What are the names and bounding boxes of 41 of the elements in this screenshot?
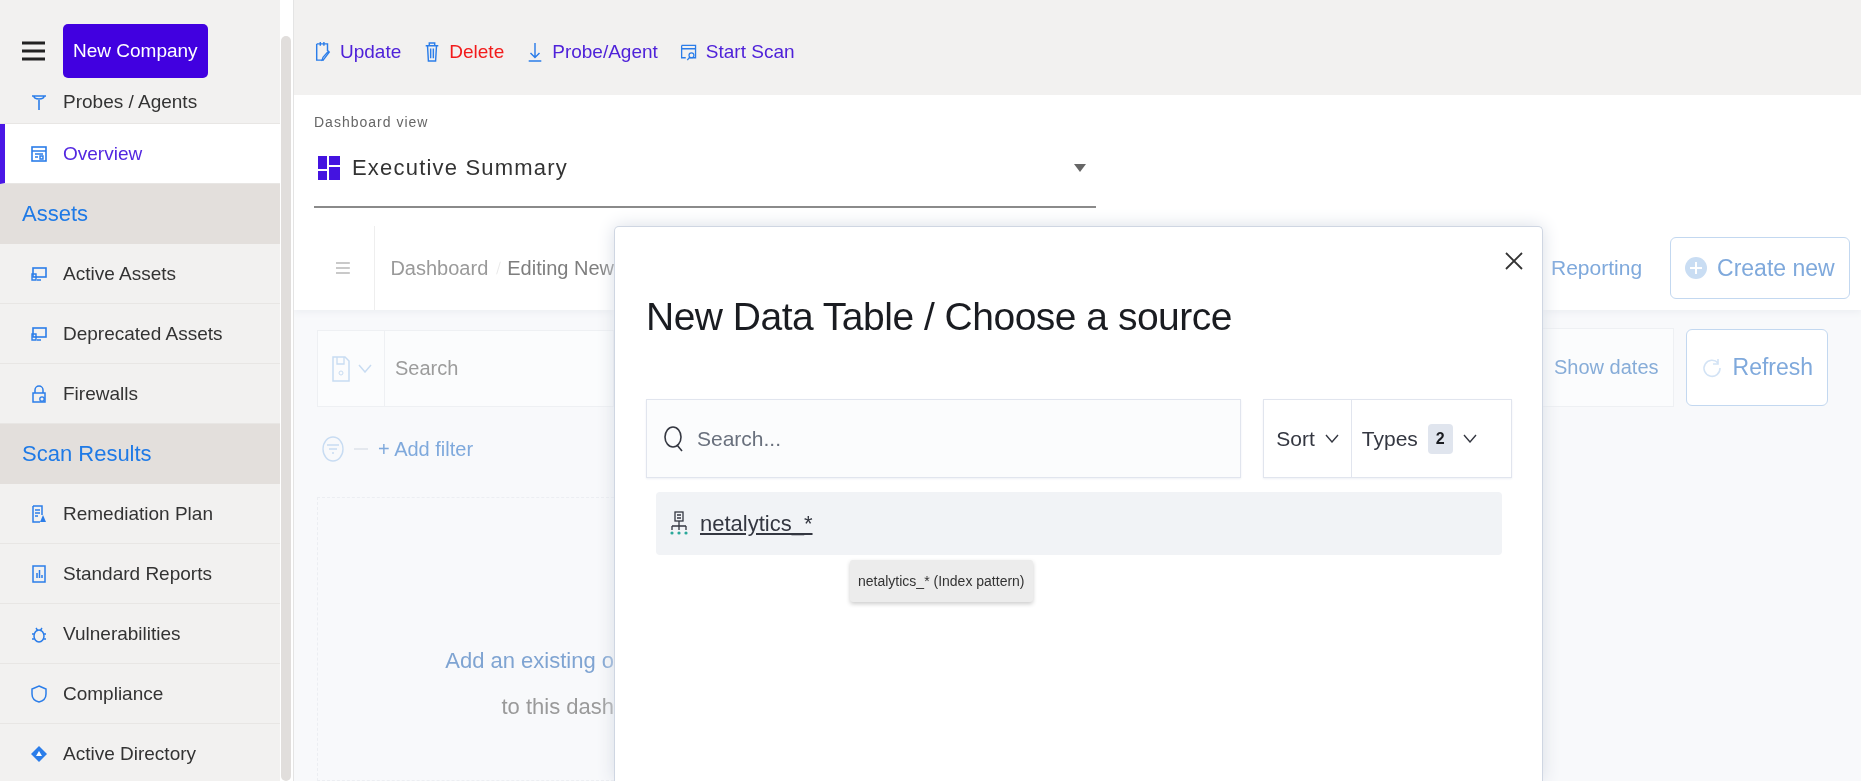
tooltip: netalytics_* (Index pattern) bbox=[850, 560, 1033, 602]
report-chart-icon bbox=[29, 563, 49, 584]
search-icon bbox=[663, 424, 685, 453]
chevron-icon bbox=[358, 364, 372, 373]
count-badge: 2 bbox=[1427, 423, 1453, 454]
company-button[interactable]: New Company bbox=[63, 24, 208, 78]
empty-message-line: Add an existing o bbox=[445, 648, 614, 674]
plus-circle-icon bbox=[1685, 257, 1708, 279]
menu-icon[interactable] bbox=[22, 41, 45, 61]
save-icon bbox=[332, 355, 350, 382]
document-flask-icon bbox=[29, 503, 49, 524]
section-header: Assets bbox=[0, 184, 280, 244]
dashboard-icon bbox=[318, 156, 340, 180]
sidebar-item[interactable]: Overview bbox=[0, 124, 280, 184]
chevron-icon bbox=[1462, 434, 1477, 443]
diamond-icon bbox=[29, 743, 49, 764]
index-tree-icon bbox=[670, 510, 688, 537]
sidebar-item[interactable]: Probes / Agents bbox=[0, 92, 280, 124]
dashboard-select[interactable]: Executive Summary bbox=[314, 130, 1096, 208]
scrollbar[interactable] bbox=[281, 36, 291, 781]
refresh-icon bbox=[1700, 356, 1723, 379]
shield-icon bbox=[29, 683, 49, 704]
toolbar-button[interactable]: Delete bbox=[423, 39, 505, 64]
layout-icon bbox=[29, 143, 49, 164]
source-link[interactable]: netalytics_* bbox=[700, 510, 813, 537]
edit-document-icon bbox=[314, 39, 332, 64]
section-header: Scan Results bbox=[0, 424, 280, 484]
empty-message-line: to this dash bbox=[501, 694, 614, 720]
field-label: Dashboard view bbox=[314, 114, 430, 130]
types-dropdown[interactable]: Types 2 bbox=[1350, 400, 1511, 477]
antenna-icon bbox=[29, 92, 49, 112]
caret-icon bbox=[1074, 164, 1086, 172]
chevron-icon bbox=[1324, 434, 1339, 443]
breadcrumb-current: Editing New bbox=[507, 256, 614, 280]
toolbar-button[interactable]: Update bbox=[314, 39, 402, 64]
toolbar-button[interactable]: Probe/Agent bbox=[526, 39, 658, 64]
lock-icon bbox=[29, 383, 49, 404]
toolbar-button[interactable]: Start Scan bbox=[679, 39, 795, 64]
sort-dropdown[interactable]: Sort bbox=[1264, 400, 1351, 477]
filter-icon[interactable] bbox=[322, 436, 344, 462]
dialog-title: New Data Table / Choose a source bbox=[646, 295, 1233, 339]
